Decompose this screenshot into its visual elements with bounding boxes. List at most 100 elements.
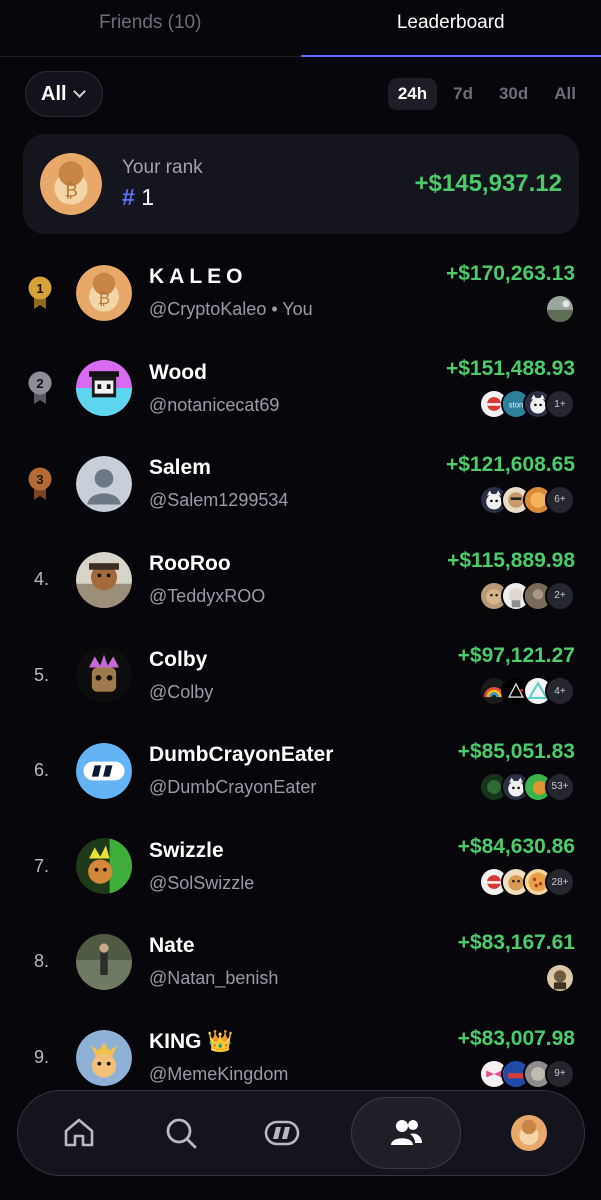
avatar[interactable]: [76, 551, 132, 608]
mutual-followers[interactable]: [545, 293, 575, 324]
user-handle: @CryptoKaleo • You: [149, 299, 313, 320]
more-followers-badge: 2+: [545, 580, 575, 611]
leaderboard-row[interactable]: 6. DumbCrayonEater @DumbCrayonEater +$85,05…: [0, 723, 601, 819]
follower-avatar: [545, 293, 575, 324]
leaderboard-row[interactable]: 7. Swizzle @SolSwizzle +$84,630.86 28+: [0, 819, 601, 915]
user-stats: +$115,889.98 2+: [447, 549, 575, 611]
medal-rank-number: 2: [36, 376, 43, 391]
user-stats: +$83,167.61: [458, 931, 575, 993]
user-stats: +$151,488.93 ston 1+: [445, 357, 575, 420]
mutual-followers[interactable]: 4+: [479, 676, 575, 707]
your-rank-value: # 1: [122, 184, 203, 211]
leaderboard-row[interactable]: 2 Wood @notanicecat69 +$151,488.93 ston 1+: [0, 341, 601, 437]
more-followers-badge: 53+: [545, 771, 575, 802]
rank-number: 8.: [34, 951, 50, 972]
leaderboard-row[interactable]: 1 ₿ KALEO @CryptoKaleo • You +$170,263.13: [0, 245, 601, 341]
leaderboard-row[interactable]: 4. RooRoo @TeddyxROO +$115,889.98 2+: [0, 532, 601, 628]
period-30d[interactable]: 30d: [489, 78, 538, 110]
mutual-followers[interactable]: 2+: [479, 580, 575, 611]
mutual-followers[interactable]: ston 1+: [479, 389, 575, 420]
profile-avatar: [510, 1114, 548, 1152]
tab-friends[interactable]: Friends (10): [0, 0, 301, 56]
avatar[interactable]: [76, 455, 132, 512]
more-followers-badge: 4+: [545, 676, 575, 707]
period-all[interactable]: All: [544, 78, 586, 110]
mutual-followers[interactable]: 28+: [479, 867, 575, 898]
pnl-value: +$115,889.98: [447, 548, 575, 572]
user-handle: @Colby: [149, 681, 214, 702]
rank-slot: 9.: [22, 1047, 76, 1068]
friends-icon: [390, 1120, 422, 1145]
user-handle: @SolSwizzle: [149, 872, 255, 893]
medal-rank-number: 3: [36, 472, 43, 487]
user-handle: @notanicecat69: [149, 394, 280, 415]
rank-number: 6.: [34, 760, 50, 781]
mutual-followers[interactable]: 9+: [479, 1058, 575, 1089]
mutual-followers[interactable]: 6+: [479, 484, 575, 515]
rank-slot: 5.: [22, 665, 76, 686]
user-display-name: KALEO: [149, 265, 248, 289]
gold-medal-icon: 1: [28, 276, 52, 309]
period-selector: 24h 7d 30d All: [387, 78, 586, 110]
svg-text:ston: ston: [509, 401, 524, 410]
scope-dropdown[interactable]: All: [25, 71, 103, 117]
svg-text:₿: ₿: [64, 180, 78, 201]
period-7d[interactable]: 7d: [443, 78, 483, 110]
user-display-name: Nate: [149, 934, 195, 958]
nav-home-button[interactable]: [46, 1100, 112, 1166]
rank-slot: 6.: [22, 760, 76, 781]
user-stats: +$83,007.98 9+: [458, 1027, 575, 1089]
more-followers-badge: 28+: [545, 867, 575, 898]
scope-dropdown-label: All: [41, 82, 67, 105]
user-display-name: RooRoo: [149, 552, 231, 576]
follower-avatar: [545, 962, 575, 993]
user-handle: @Natan_benish: [149, 968, 279, 989]
leaderboard-row[interactable]: 3 Salem @Salem1299534 +$121,608.65 6+: [0, 436, 601, 532]
top-tabs: Friends (10) Leaderboard: [0, 0, 601, 57]
pnl-value: +$83,007.98: [457, 1026, 575, 1050]
your-rank-label: Your rank: [122, 157, 203, 178]
avatar[interactable]: [76, 838, 132, 895]
nav-profile-button[interactable]: [496, 1100, 562, 1166]
leaderboard-list: 1 ₿ KALEO @CryptoKaleo • You +$170,263.13 2 Wo…: [0, 245, 601, 1105]
nav-search-button[interactable]: [148, 1100, 214, 1166]
tab-leaderboard[interactable]: Leaderboard: [300, 0, 601, 57]
user-handle: @DumbCrayonEater: [149, 777, 317, 798]
period-24h[interactable]: 24h: [387, 78, 438, 110]
rank-number: 9.: [34, 1047, 50, 1068]
user-stats: +$170,263.13: [446, 262, 575, 324]
user-names: KING 👑 @MemeKingdom: [149, 1030, 458, 1085]
avatar[interactable]: ₿: [76, 264, 132, 321]
rank-slot: 2: [22, 370, 76, 406]
pnl-value: +$170,263.13: [445, 261, 575, 285]
user-display-name: Colby: [149, 647, 208, 671]
mutual-followers[interactable]: 53+: [479, 771, 575, 802]
avatar[interactable]: [76, 933, 132, 990]
mutual-followers[interactable]: [545, 962, 575, 993]
user-names: Swizzle @SolSwizzle: [149, 839, 458, 894]
leaderboard-row[interactable]: 8. Nate @Natan_benish +$83,167.61: [0, 914, 601, 1010]
avatar[interactable]: [76, 742, 132, 799]
more-followers-badge: 9+: [545, 1058, 575, 1089]
pnl-value: +$85,051.83: [457, 739, 575, 763]
rank-slot: 7.: [22, 856, 76, 877]
nav-friends-button[interactable]: [350, 1097, 461, 1169]
user-names: KALEO @CryptoKaleo • You: [149, 265, 446, 320]
nav-app-button[interactable]: [249, 1100, 315, 1166]
user-display-name: Salem: [149, 456, 211, 480]
avatar: ₿: [40, 153, 102, 215]
avatar[interactable]: [76, 360, 132, 417]
pnl-value: +$151,488.93: [445, 357, 575, 381]
rank-number: 4.: [34, 569, 50, 590]
your-rank-card[interactable]: ₿ Your rank # 1 +$145,937.12: [23, 134, 579, 234]
user-display-name: KING 👑: [149, 1030, 234, 1054]
leaderboard-row[interactable]: 5. Colby @Colby +$97,121.27 4+: [0, 627, 601, 723]
home-icon: [64, 1118, 94, 1147]
avatar[interactable]: [76, 647, 132, 704]
pnl-value: +$83,167.61: [457, 930, 575, 954]
pnl-value: +$121,608.65: [445, 452, 575, 476]
avatar[interactable]: [76, 1029, 132, 1086]
search-icon: [166, 1118, 196, 1149]
your-rank-pnl: +$145,937.12: [414, 170, 562, 197]
user-names: RooRoo @TeddyxROO: [149, 552, 447, 607]
